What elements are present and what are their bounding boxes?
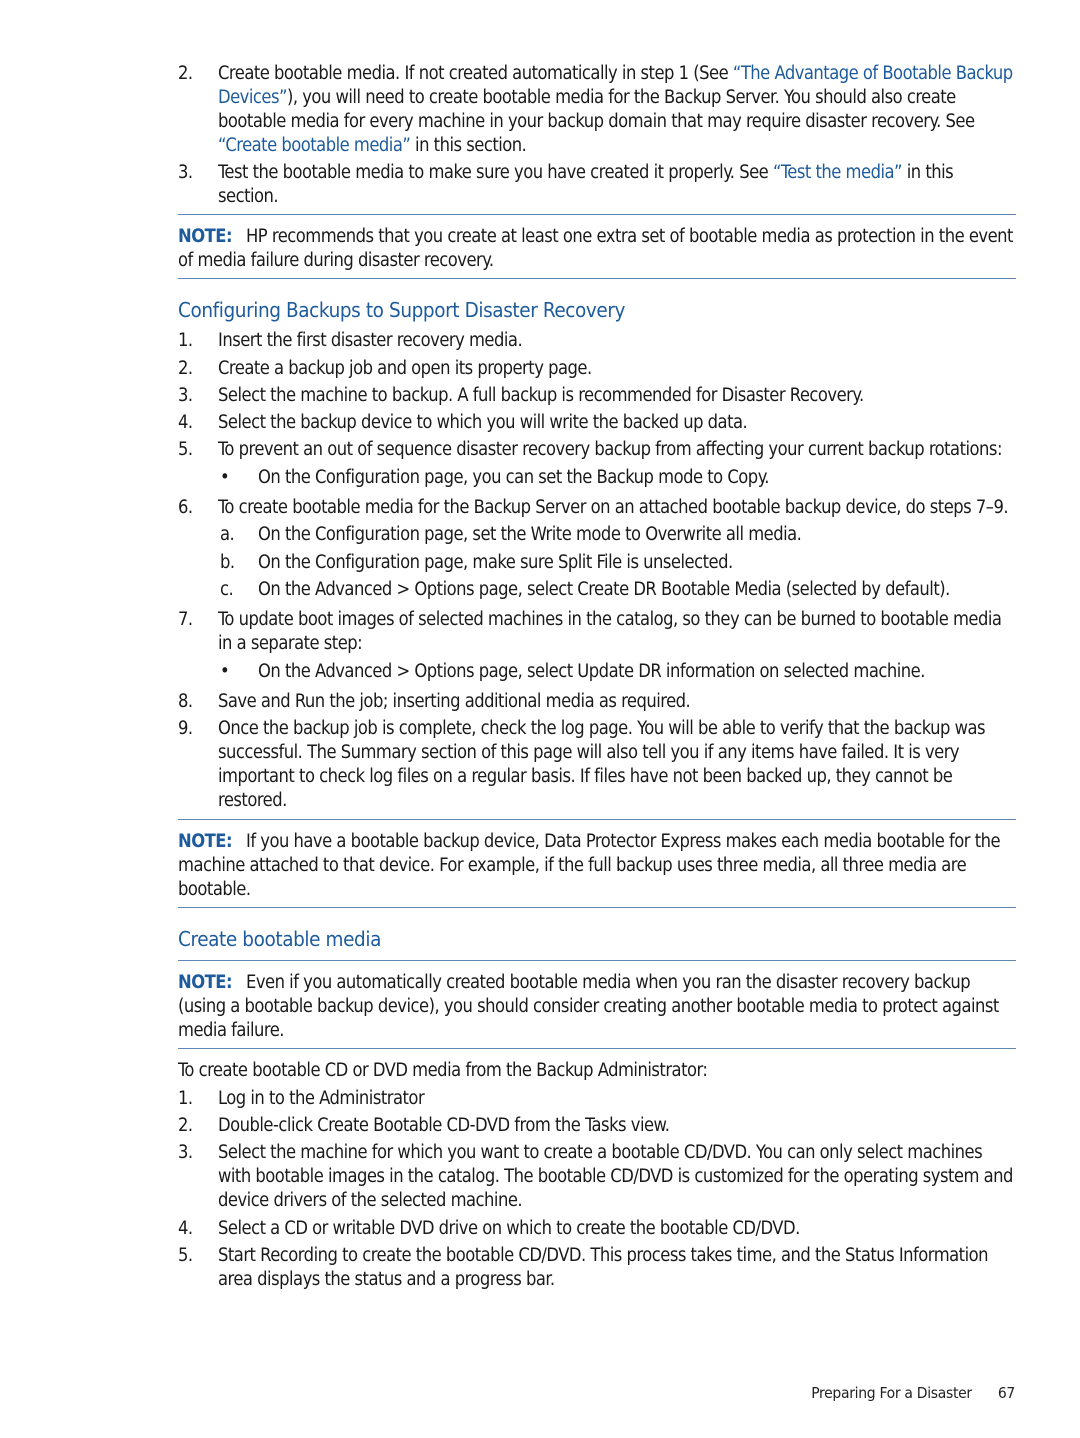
note-label: NOTE: <box>178 226 233 248</box>
item-text: ), you will need to create bootable medi… <box>218 87 975 132</box>
list-item: 7. To update boot images of selected mach… <box>178 608 1016 684</box>
item-number: 3. <box>178 384 193 406</box>
list-item: 1. Insert the first disaster recovery med… <box>178 329 1016 353</box>
item-text: Save and Run the job; inserting addition… <box>218 690 691 712</box>
page-content: 2. Create bootable media. If not created… <box>178 62 1016 1295</box>
item-text: Create bootable media. If not created au… <box>218 63 733 84</box>
bootable-media-steps-list: 1. Log in to the Administrator 2. Double-c… <box>178 1087 1016 1292</box>
list-item: 3. Select the machine for which you want … <box>178 1141 1016 1213</box>
item-number: 4. <box>178 412 193 434</box>
item-number: 5. <box>178 439 193 461</box>
section-heading: Configuring Backups to Support Disaster … <box>178 298 626 323</box>
item-text: Select the machine to backup. A full bac… <box>218 384 864 406</box>
list-item: 3. Select the machine to backup. A full b… <box>178 384 1016 408</box>
note-box: NOTE: Even if you automatically created b… <box>178 961 1016 1047</box>
item-number: 4. <box>178 1217 193 1239</box>
item-number: 9. <box>178 717 193 739</box>
item-text: To update boot images of selected machin… <box>218 609 1002 655</box>
item-text: Start Recording to create the bootable C… <box>218 1245 989 1291</box>
list-item: 8. Save and Run the job; inserting additi… <box>178 690 1016 714</box>
sub-item: • On the Configuration page, you can set … <box>218 466 1016 490</box>
item-text: Once the backup job is complete, check t… <box>218 717 986 811</box>
item-text: in this section. <box>410 135 527 156</box>
item-number: 1. <box>178 1087 193 1109</box>
procedure-intro: To create bootable CD or DVD media from … <box>178 1059 708 1081</box>
item-text: Create a backup job and open its propert… <box>218 357 592 379</box>
divider <box>178 1047 1016 1049</box>
intro-list: 2. Create bootable media. If not created… <box>178 62 1016 209</box>
item-text: Select the backup device to which you wi… <box>218 412 748 434</box>
item-text: On the Advanced > Options page, select C… <box>258 579 950 601</box>
item-number: 2. <box>178 1115 193 1137</box>
sub-item: a. On the Configuration page, set the Wri… <box>218 523 1016 547</box>
item-number: 5. <box>178 1245 193 1267</box>
list-item: 5. Start Recording to create the bootable… <box>178 1244 1016 1292</box>
footer-section-title: Preparing For a Disaster <box>811 1384 972 1402</box>
item-number: 7. <box>178 609 193 631</box>
list-item: 4. Select a CD or writable DVD drive on w… <box>178 1217 1016 1241</box>
list-item: 1. Log in to the Administrator <box>178 1087 1016 1111</box>
bullet-icon: • <box>220 660 230 682</box>
sub-marker: b. <box>220 551 235 573</box>
item-number: 2. <box>178 63 193 84</box>
section-heading: Create bootable media <box>178 926 381 951</box>
note-text: HP recommends that you create at least o… <box>178 226 1013 272</box>
sub-list: a. On the Configuration page, set the Wri… <box>218 523 1016 602</box>
item-number: 6. <box>178 496 193 518</box>
sub-marker: a. <box>220 524 235 546</box>
note-text: Even if you automatically created bootab… <box>178 971 999 1041</box>
item-text: To prevent an out of sequence disaster r… <box>218 439 1002 461</box>
list-item: 3. Test the bootable media to make sure … <box>178 161 1016 209</box>
item-text: Insert the first disaster recovery media… <box>218 330 523 352</box>
sub-item: c. On the Advanced > Options page, select… <box>218 578 1016 602</box>
list-item: 2. Create bootable media. If not created… <box>178 62 1016 158</box>
item-number: 1. <box>178 330 193 352</box>
item-text: On the Configuration page, set the Write… <box>258 524 802 546</box>
note-text: If you have a bootable backup device, Da… <box>178 830 1001 900</box>
sub-item: b. On the Configuration page, make sure S… <box>218 551 1016 575</box>
sub-item: • On the Advanced > Options page, select … <box>218 660 1016 684</box>
note-box: NOTE: HP recommends that you create at le… <box>178 215 1016 277</box>
note-box: NOTE: If you have a bootable backup devic… <box>178 820 1016 906</box>
list-item: 5. To prevent an out of sequence disaster… <box>178 438 1016 490</box>
list-item: 2. Create a backup job and open its prope… <box>178 357 1016 381</box>
sub-list: • On the Configuration page, you can set … <box>218 466 1016 490</box>
item-number: 8. <box>178 690 193 712</box>
sub-marker: c. <box>220 579 234 601</box>
link-test-media[interactable]: “Test the media” <box>773 162 903 183</box>
page-footer: Preparing For a Disaster 67 <box>811 1384 1015 1402</box>
list-item: 6. To create bootable media for the Backu… <box>178 496 1016 602</box>
item-number: 2. <box>178 357 193 379</box>
list-item: 4. Select the backup device to which you … <box>178 411 1016 435</box>
item-number: 3. <box>178 1142 193 1164</box>
item-text: Log in to the Administrator <box>218 1087 425 1109</box>
item-text: On the Configuration page, you can set t… <box>258 466 769 488</box>
item-text: To create bootable media for the Backup … <box>218 496 1009 518</box>
list-item: 9. Once the backup job is complete, check… <box>178 717 1016 813</box>
note-label: NOTE: <box>178 971 233 993</box>
sub-list: • On the Advanced > Options page, select … <box>218 660 1016 684</box>
link-create-bootable-media[interactable]: “Create bootable media” <box>218 135 411 156</box>
item-text: Select a CD or writable DVD drive on whi… <box>218 1217 800 1239</box>
page-number: 67 <box>997 1384 1015 1402</box>
item-text: Select the machine for which you want to… <box>218 1142 1013 1212</box>
config-steps-list: 1. Insert the first disaster recovery med… <box>178 329 1016 813</box>
item-text: Test the bootable media to make sure you… <box>218 162 773 184</box>
item-text: On the Advanced > Options page, select U… <box>258 660 925 682</box>
divider <box>178 278 1016 280</box>
item-number: 3. <box>178 162 193 184</box>
list-item: 2. Double-click Create Bootable CD-DVD fr… <box>178 1114 1016 1138</box>
divider <box>178 906 1016 908</box>
item-text: Double-click Create Bootable CD-DVD from… <box>218 1115 670 1137</box>
note-label: NOTE: <box>178 830 233 852</box>
item-text: On the Configuration page, make sure Spl… <box>258 551 733 573</box>
bullet-icon: • <box>220 466 230 488</box>
